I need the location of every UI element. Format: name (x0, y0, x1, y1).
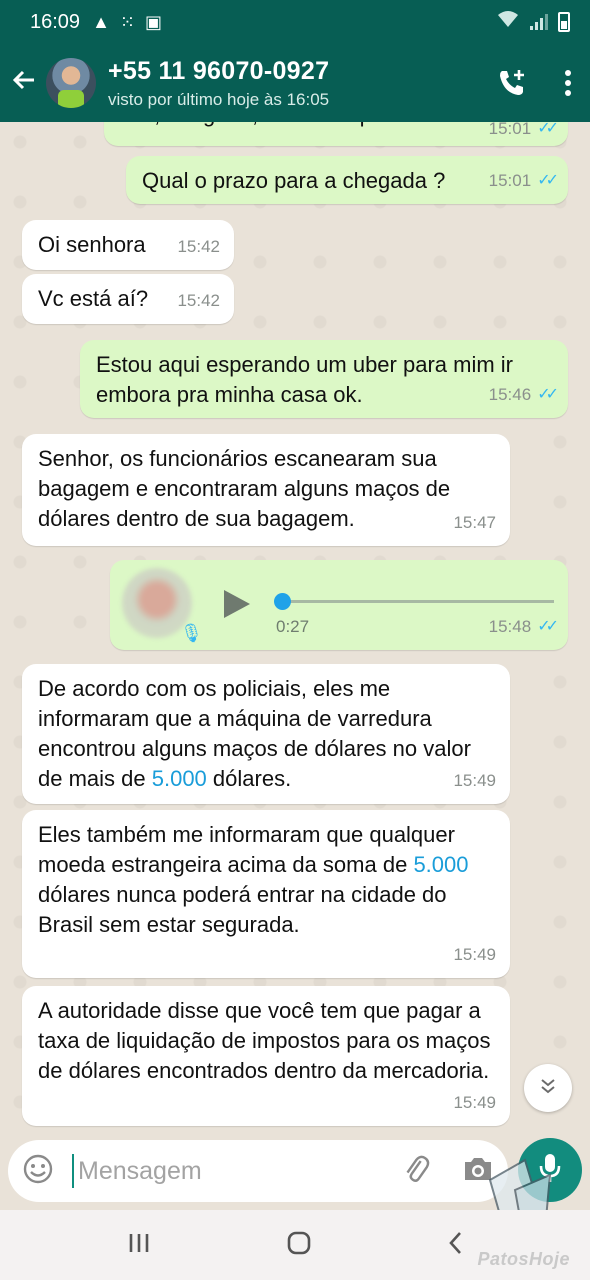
signal-icon (530, 14, 548, 30)
watermark-text: PatosHoje (477, 1249, 570, 1269)
audio-message[interactable]: 🎙 0:27 15:48 ✓✓ (110, 560, 568, 650)
emoji-icon[interactable] (22, 1153, 54, 1190)
system-icons (496, 10, 570, 34)
message-incoming[interactable]: Senhor, os funcionários escanearam sua b… (22, 434, 510, 546)
amount-link[interactable]: 5.000 (413, 852, 468, 877)
avatar[interactable] (46, 58, 96, 108)
message-input[interactable]: Mensagem (78, 1157, 202, 1186)
add-call-icon[interactable] (496, 67, 528, 99)
mic-icon: 🎙 (180, 623, 203, 643)
audio-progress-track[interactable] (282, 600, 554, 603)
message-incoming[interactable]: De acordo com os policiais, eles me info… (22, 664, 510, 804)
last-seen: visto por último hoje às 16:05 (108, 89, 330, 109)
message-time: 15:49 (453, 1093, 496, 1112)
message-incoming[interactable]: Oi senhora 15:42 (22, 220, 234, 270)
double-check-icon: ✓✓ (537, 122, 559, 137)
scroll-down-icon (538, 1076, 558, 1101)
wifi-icon (496, 10, 520, 34)
back-arrow-icon[interactable] (10, 66, 40, 100)
message-time: 15:49 (453, 945, 496, 964)
home-icon[interactable] (286, 1230, 312, 1261)
battery-icon (558, 12, 570, 32)
message-outgoing[interactable]: Estou aqui esperando um uber para mim ir… (80, 340, 568, 418)
amount-link[interactable]: 5.000 (152, 766, 207, 791)
double-check-icon: ✓✓ (537, 386, 559, 403)
message-incoming[interactable]: Vc está aí? 15:42 (22, 274, 234, 324)
audio-duration: 0:27 (276, 617, 310, 636)
message-composer[interactable]: Mensagem (8, 1140, 508, 1202)
message-time: 15:48 (488, 617, 532, 636)
status-bar: 16:09 ▲ ⁙ ▣ (0, 0, 590, 44)
scroll-down-button[interactable] (524, 1064, 572, 1112)
audio-seek-handle[interactable] (274, 593, 291, 610)
double-check-icon: ✓✓ (537, 618, 559, 635)
message-time: 15:49 (453, 771, 496, 790)
message-incoming[interactable]: A autoridade disse que você tem que paga… (22, 986, 510, 1126)
recents-icon[interactable] (127, 1232, 151, 1259)
double-check-icon: ✓✓ (537, 172, 559, 189)
back-nav-icon[interactable] (447, 1230, 463, 1261)
message-outgoing[interactable]: Qual o prazo para a chegada ? 15:01 ✓✓ (126, 156, 568, 204)
contact-info[interactable]: +55 11 96070-0927 visto por último hoje … (108, 57, 329, 110)
message-time: 15:01 (488, 122, 532, 138)
more-vert-icon[interactable] (564, 69, 572, 97)
status-time: 16:09 (30, 10, 81, 33)
text-caret (72, 1154, 74, 1188)
message-time: 15:42 (177, 237, 220, 256)
play-icon[interactable] (222, 588, 252, 628)
message-time: 15:01 (488, 171, 532, 190)
image-notification-icon: ▣ (144, 11, 162, 32)
message-time: 15:42 (177, 291, 220, 310)
notification-icons: ▲ ⁙ ▣ (92, 12, 162, 33)
message-time: 15:47 (453, 513, 496, 532)
chat-messages[interactable]: Ok, obrigada, estarei esperando 15:01 ✓✓… (0, 122, 590, 1136)
contact-name: +55 11 96070-0927 (108, 56, 330, 85)
message-time: 15:46 (488, 385, 532, 404)
warning-icon: ▲ (92, 11, 110, 32)
apps-icon: ⁙ (119, 11, 135, 32)
attach-icon[interactable] (400, 1153, 432, 1190)
message-outgoing[interactable]: Ok, obrigada, estarei esperando 15:01 ✓✓ (104, 122, 568, 146)
message-incoming[interactable]: Eles também me informaram que qualquer m… (22, 810, 510, 978)
chat-header: +55 11 96070-0927 visto por último hoje … (0, 44, 590, 122)
